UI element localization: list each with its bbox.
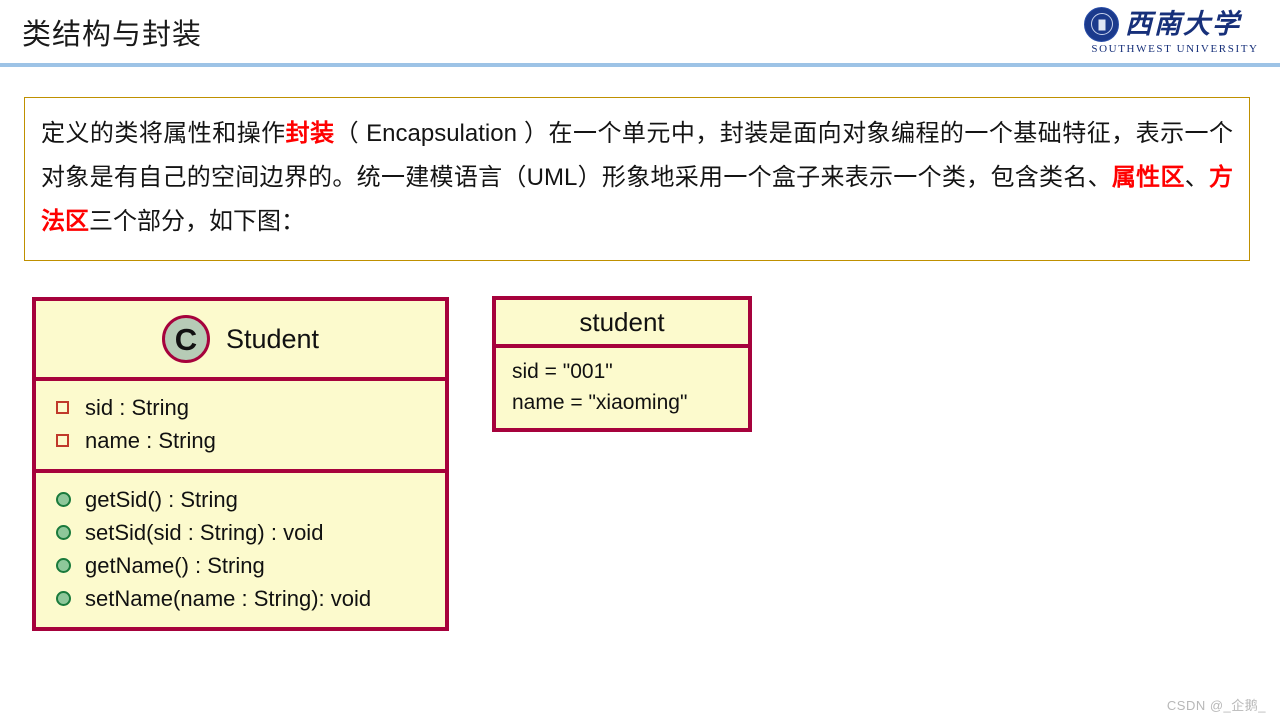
uml-class-box: C Student sid : String name : String getS… xyxy=(32,297,449,631)
uml-class-header: C Student xyxy=(36,301,445,381)
uml-member-label: name : String xyxy=(85,427,216,453)
object-fields-section: sid = "001" name = "xiaoming" xyxy=(496,348,748,428)
uml-member-label: getSid() : String xyxy=(85,486,238,512)
university-logo: 西南大学 SOUTHWEST UNIVERSITY xyxy=(1084,6,1266,60)
slide-header: 类结构与封装 西南大学 SOUTHWEST UNIVERSITY xyxy=(0,0,1280,68)
uml-member-row: getSid() : String xyxy=(36,483,445,516)
uml-attributes-section: sid : String name : String xyxy=(36,381,445,473)
attribute-square-icon xyxy=(56,401,69,414)
object-name-label: student xyxy=(496,300,748,348)
description-run: 三个部分，如下图： xyxy=(89,208,305,235)
method-circle-icon xyxy=(56,492,71,507)
description-run: 定义的类将属性和操作 xyxy=(41,120,286,147)
header-divider xyxy=(0,63,1280,67)
university-name-en: SOUTHWEST UNIVERSITY xyxy=(1091,43,1259,55)
uml-member-label: sid : String xyxy=(85,394,189,420)
uml-member-row: sid : String xyxy=(36,391,445,424)
class-stereotype-icon: C xyxy=(161,315,210,363)
object-field-line: name = "xiaoming" xyxy=(512,391,688,414)
logo-row: 西南大学 xyxy=(1084,6,1266,42)
uml-member-row: setName(name : String): void xyxy=(36,582,445,615)
description-text: 定义的类将属性和操作封装（ Encapsulation ）在一个单元中，封装是面… xyxy=(41,112,1233,244)
university-name-cn: 西南大学 xyxy=(1125,9,1241,39)
method-circle-icon xyxy=(56,558,71,573)
uml-member-row: setSid(sid : String) : void xyxy=(36,516,445,549)
watermark-label: CSDN @_企鹅_ xyxy=(1166,698,1266,713)
uml-methods-section: getSid() : String setSid(sid : String) : … xyxy=(36,473,445,627)
uml-member-label: setName(name : String): void xyxy=(85,585,372,611)
attribute-square-icon xyxy=(56,434,69,447)
uml-member-label: getName() : String xyxy=(85,552,265,578)
description-run: 、 xyxy=(1184,164,1210,191)
page-title: 类结构与封装 xyxy=(22,19,203,51)
method-circle-icon xyxy=(56,591,71,606)
uml-member-row: name : String xyxy=(36,424,445,457)
highlighted-term: 封装 xyxy=(285,120,335,147)
university-seal-icon xyxy=(1084,6,1119,42)
method-circle-icon xyxy=(56,525,71,540)
description-callout: 定义的类将属性和操作封装（ Encapsulation ）在一个单元中，封装是面… xyxy=(24,97,1250,261)
uml-member-row: getName() : String xyxy=(36,549,445,582)
object-field-line: sid = "001" xyxy=(512,360,613,383)
uml-member-label: setSid(sid : String) : void xyxy=(85,519,324,545)
class-name-label: Student xyxy=(225,323,320,354)
uml-object-box: student sid = "001" name = "xiaoming" xyxy=(492,296,752,432)
highlighted-term: 属性区 xyxy=(1111,164,1185,191)
